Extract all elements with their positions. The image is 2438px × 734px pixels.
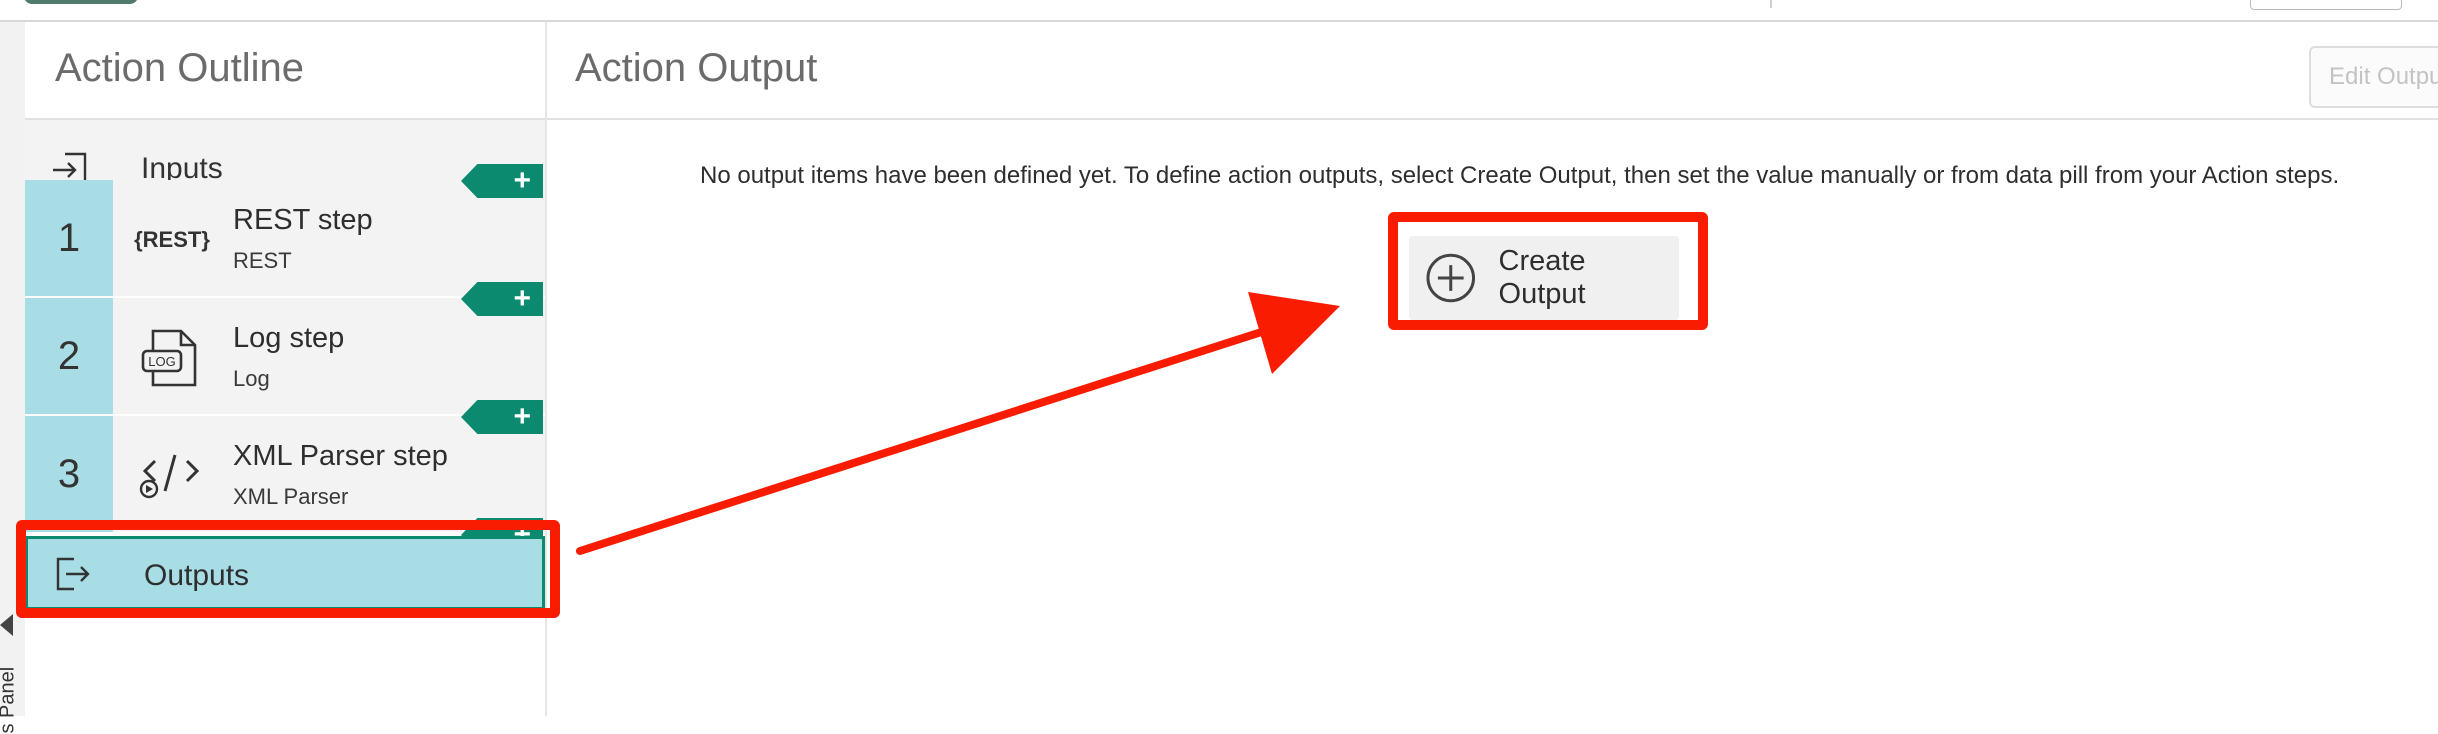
step-type: XML Parser [233,484,349,509]
step-type: Log [233,366,270,391]
step-title: REST step [233,204,373,236]
rest-icon: {REST} [134,227,210,252]
top-left-button[interactable] [24,0,138,4]
step-number: 1 [25,180,113,296]
outline-step-1[interactable]: 1 {REST} REST step REST [25,180,545,298]
step-title: Log step [233,322,345,354]
step-number: 3 [25,416,113,532]
step-number: 2 [25,298,113,414]
outline-step-2[interactable]: 2 LOG Log step Log [25,298,545,416]
top-bar [0,0,2438,22]
log-icon: LOG [137,328,207,388]
add-step-button[interactable]: + [461,282,543,316]
expand-panel-icon[interactable] [0,614,13,636]
add-step-button[interactable]: + [461,164,543,198]
annotation-create-output-highlight [1388,212,1708,330]
main-title: Action Output [575,46,818,90]
svg-text:LOG: LOG [148,354,175,369]
divider [547,118,2438,120]
edit-outputs-button[interactable]: Edit Outpu [2309,46,2438,108]
outline-title: Action Outline [55,46,305,90]
top-right-field[interactable] [2250,0,2402,10]
action-output-panel: Action Output Edit Outpu No output items… [547,22,2438,716]
add-step-button[interactable]: + [461,400,543,434]
step-title: XML Parser step [233,440,448,472]
top-divider [1770,0,1772,8]
side-panel-label: s Panel [0,666,19,734]
outline-step-3[interactable]: 3 XML Parser step XML Parser [25,416,545,534]
empty-state-message: No output items have been defined yet. T… [700,162,2340,189]
xml-parser-icon [137,446,207,506]
step-type: REST [233,248,292,273]
annotation-outputs-highlight [16,520,560,618]
